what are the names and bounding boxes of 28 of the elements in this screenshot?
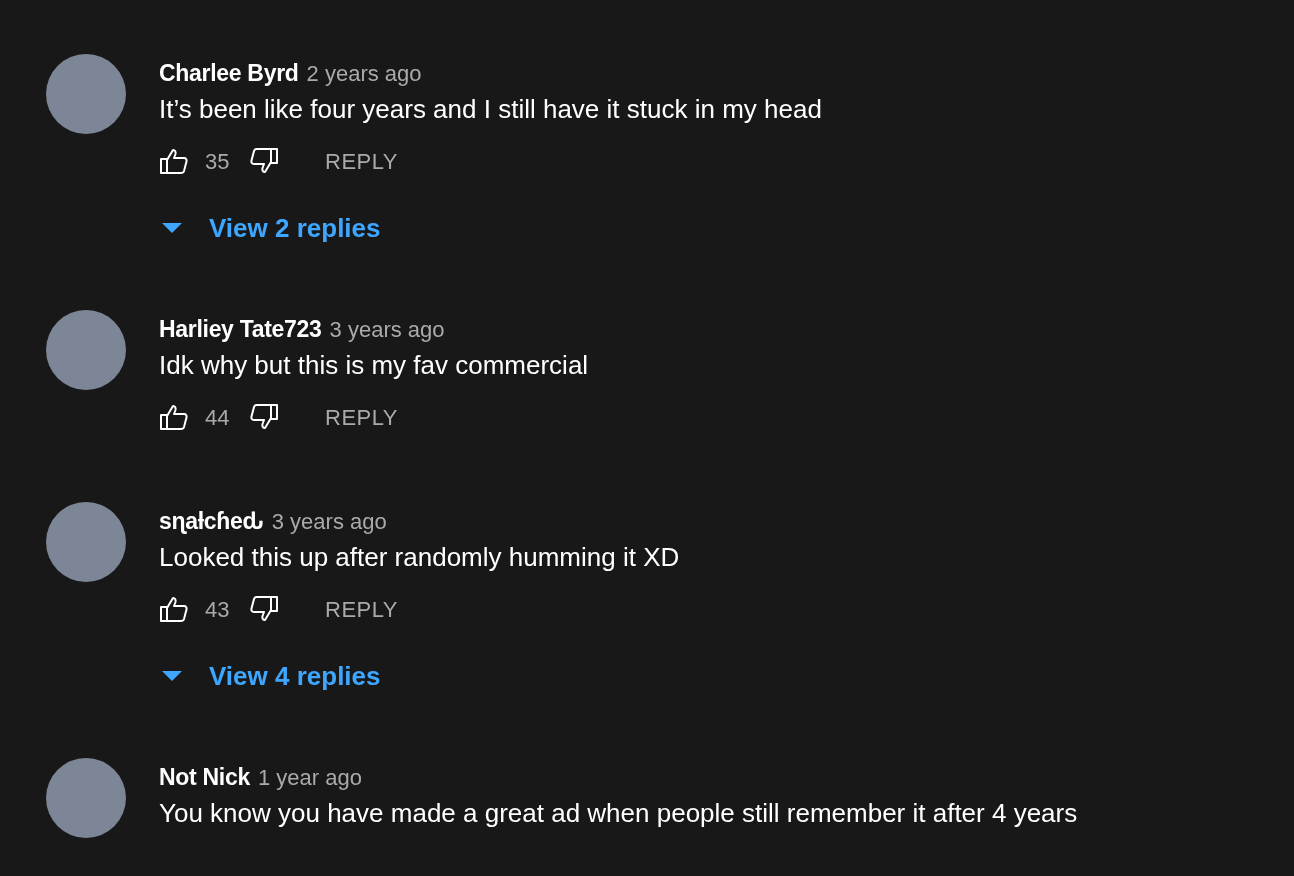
comment-text: You know you have made a great ad when people still remember it after 4 years: [159, 797, 1078, 830]
comment-time[interactable]: 3 years ago: [329, 313, 445, 346]
comment-time[interactable]: 3 years ago: [271, 505, 387, 538]
thumbs-down-icon[interactable]: [249, 403, 279, 431]
like-count: 35: [205, 147, 231, 176]
reply-button[interactable]: REPLY: [325, 400, 398, 434]
comment-text: It’s been like four years and I still have it stuck in my head: [159, 93, 822, 126]
comment-time[interactable]: 2 years ago: [306, 57, 422, 90]
reply-button[interactable]: REPLY: [325, 144, 398, 178]
thumbs-down-icon[interactable]: [249, 147, 279, 175]
author-name[interactable]: Not Nick: [159, 760, 250, 795]
comment-text: Idk why but this is my fav commercial: [159, 349, 589, 382]
comment-time[interactable]: 1 year ago: [257, 761, 362, 794]
thumbs-up-icon[interactable]: [159, 595, 189, 623]
view-replies-button[interactable]: View 4 replies: [161, 656, 680, 696]
thumbs-down-icon[interactable]: [249, 595, 279, 623]
author-name[interactable]: sɳaƚcɦeԃ: [159, 504, 264, 539]
author-name[interactable]: Harliey Tate723: [159, 312, 322, 347]
caret-icon: [161, 670, 183, 682]
comment-text: Looked this up after randomly humming it XD: [159, 541, 680, 574]
reply-button[interactable]: REPLY: [325, 592, 398, 626]
thumbs-up-icon[interactable]: [159, 403, 189, 431]
thumbs-up-icon[interactable]: [159, 147, 189, 175]
like-count: 44: [205, 403, 231, 432]
view-replies-button[interactable]: View 2 replies: [161, 208, 822, 248]
author-name[interactable]: Charlee Byrd: [159, 56, 299, 91]
like-count: 43: [205, 595, 231, 624]
caret-icon: [161, 222, 183, 234]
